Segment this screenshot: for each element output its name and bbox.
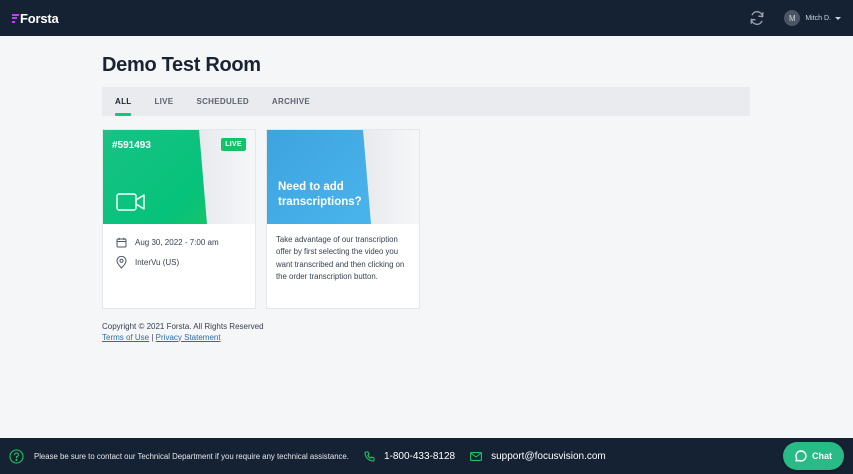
link-separator: | [151, 332, 154, 342]
copyright-block: Copyright © 2021 Forsta. All Rights Rese… [102, 322, 264, 343]
tab-all[interactable]: ALL [115, 87, 132, 116]
room-id: #591493 [112, 140, 151, 151]
session-card-banner[interactable]: #591493 LIVE [103, 130, 255, 224]
privacy-statement-link[interactable]: Privacy Statement [156, 333, 221, 342]
tab-live[interactable]: LIVE [154, 87, 173, 116]
session-date: Aug 30, 2022 - 7:00 am [135, 238, 219, 247]
terms-of-use-link[interactable]: Terms of Use [102, 333, 149, 342]
transcription-promo-card[interactable]: Need to add transcriptions? Take advanta… [266, 129, 420, 309]
tab-archive[interactable]: ARCHIVE [272, 87, 310, 116]
session-card[interactable]: #591493 LIVE Aug 30, 2022 - 7:00 am Inte… [102, 129, 256, 309]
support-notice: Please be sure to contact our Technical … [34, 451, 349, 461]
support-footer: Please be sure to contact our Technical … [0, 438, 853, 474]
support-email[interactable]: support@focusvision.com [491, 451, 606, 462]
mail-icon [470, 451, 483, 461]
copyright-text: Copyright © 2021 Forsta. All Rights Rese… [102, 322, 264, 331]
refresh-icon[interactable] [748, 9, 766, 27]
session-location-row: InterVu (US) [116, 256, 242, 269]
chat-label: Chat [812, 451, 832, 461]
filter-tabs: ALL LIVE SCHEDULED ARCHIVE [102, 87, 750, 116]
promo-card-banner: Need to add transcriptions? [267, 130, 419, 224]
calendar-icon [116, 237, 127, 248]
chat-bubble-icon [795, 450, 807, 462]
help-icon [9, 448, 24, 464]
session-card-body: Aug 30, 2022 - 7:00 am InterVu (US) [103, 224, 255, 288]
user-name: Mitch D. [805, 14, 831, 22]
page-title: Demo Test Room [102, 54, 261, 76]
status-badge: LIVE [221, 138, 246, 151]
top-right-controls: M Mitch D. [748, 9, 841, 27]
top-nav-bar: Forsta M Mitch D. [0, 0, 853, 36]
chevron-down-icon [835, 16, 841, 20]
location-pin-icon [116, 256, 127, 269]
forsta-logo[interactable]: Forsta [12, 11, 59, 26]
chat-button[interactable]: Chat [783, 442, 844, 470]
tab-scheduled[interactable]: SCHEDULED [196, 87, 248, 116]
video-camera-icon [116, 192, 146, 217]
promo-description: Take advantage of our transcription offe… [276, 235, 405, 282]
logo-text: Forsta [20, 10, 59, 26]
support-phone[interactable]: 1-800-433-8128 [384, 451, 455, 462]
promo-headline: Need to add transcriptions? [278, 181, 362, 208]
session-location: InterVu (US) [135, 258, 180, 267]
avatar: M [784, 10, 801, 26]
legal-links: Terms of Use | Privacy Statement [102, 333, 264, 344]
forsta-logo-icon [12, 13, 19, 23]
session-date-row: Aug 30, 2022 - 7:00 am [116, 236, 242, 249]
phone-icon [364, 450, 375, 462]
user-menu[interactable]: M Mitch D. [784, 10, 841, 26]
